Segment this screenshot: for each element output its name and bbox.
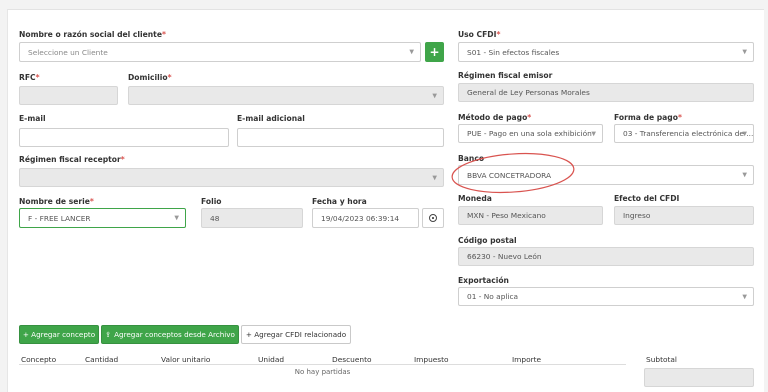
forma-pago-select[interactable]: 03 - Transferencia electrónica de ... ▼ [614,124,754,143]
email-adicional-field[interactable] [237,128,444,147]
domicilio-label: Domicilio* [128,73,172,82]
fecha-input[interactable]: 19/04/2023 06:39:14 [312,208,419,228]
add-client-button[interactable]: + [425,42,444,62]
metodo-pago-select[interactable]: PUE - Pago en una sola exhibición ▼ [458,124,603,143]
moneda-value: MXN - Peso Mexicano [467,211,546,220]
client-placeholder: Seleccione un Cliente [28,47,108,57]
forma-pago-label: Forma de pago* [614,113,682,122]
metodo-pago-label: Método de pago* [458,113,532,122]
chevron-down-icon: ▼ [591,130,596,137]
regimen-emisor-input[interactable]: General de Ley Personas Morales [458,83,754,102]
client-select[interactable]: Seleccione un Cliente ▼ [19,42,421,62]
col-valor-unitario: Valor unitario [161,355,211,364]
chevron-down-icon: ▼ [742,48,747,56]
domicilio-select[interactable]: ▼ [128,86,444,105]
serie-label: Nombre de serie* [19,197,94,206]
regimen-emisor-value: General de Ley Personas Morales [467,88,590,97]
regimen-emisor-label: Régimen fiscal emisor [458,71,553,80]
codigo-postal-input[interactable]: 66230 - Nuevo León [458,247,754,266]
regimen-receptor-label: Régimen fiscal receptor* [19,155,125,164]
col-importe: Importe [512,355,542,364]
serie-value: F - FREE LANCER [28,213,91,223]
col-unidad: Unidad [258,355,285,364]
efecto-label: Efecto del CFDI [614,194,680,203]
folio-label: Folio [201,197,222,206]
col-concepto: Concepto [21,355,57,364]
chevron-down-icon: ▼ [432,174,437,181]
serie-select[interactable]: F - FREE LANCER ▼ [19,208,186,228]
folio-input[interactable]: 48 [201,208,303,228]
upload-icon: ⇪ [105,330,112,339]
regimen-receptor-select[interactable]: ▼ [19,168,444,187]
banco-value: BBVA CONCETRADORA [467,170,552,180]
clock-button[interactable] [422,208,444,228]
add-from-file-button[interactable]: ⇪ Agregar conceptos desde Archivo [101,325,239,344]
chevron-down-icon: ▼ [409,48,414,56]
rfc-label: RFC* [19,73,40,82]
col-descuento: Descuento [332,355,372,364]
folio-value: 48 [210,213,220,223]
email-adicional-label: E-mail adicional [237,114,305,123]
email-label: E-mail [19,114,46,123]
clock-icon [429,214,437,222]
chevron-down-icon: ▼ [432,92,437,99]
client-label: Nombre o razón social del cliente* [19,30,166,39]
add-from-file-label: Agregar conceptos desde Archivo [114,330,235,339]
col-cantidad: Cantidad [85,355,119,364]
email-field[interactable] [19,128,229,147]
moneda-input[interactable]: MXN - Peso Mexicano [458,206,603,225]
uso-cfdi-select[interactable]: S01 - Sin efectos fiscales ▼ [458,42,754,62]
forma-pago-value: 03 - Transferencia electrónica de ... [623,129,754,138]
col-impuesto: Impuesto [414,355,449,364]
exportacion-label: Exportación [458,276,509,285]
banco-label: Banco [458,154,485,163]
chevron-down-icon: ▼ [174,214,179,222]
fecha-label: Fecha y hora [312,197,367,206]
chevron-down-icon: ▼ [742,293,747,300]
uso-cfdi-label: Uso CFDI* [458,30,501,39]
codigo-postal-label: Código postal [458,236,517,245]
moneda-label: Moneda [458,194,492,203]
subtotal-input [644,368,754,387]
chevron-down-icon: ▼ [742,130,747,137]
banco-select[interactable]: BBVA CONCETRADORA ▼ [458,165,754,185]
add-concept-button[interactable]: + Agregar concepto [19,325,99,344]
codigo-postal-value: 66230 - Nuevo León [467,252,542,261]
exportacion-select[interactable]: 01 - No aplica ▼ [458,287,754,306]
exportacion-value: 01 - No aplica [467,292,519,301]
efecto-input[interactable]: Ingreso [614,206,754,225]
table-header: Concepto Cantidad Valor unitario Unidad … [19,351,626,365]
rfc-input[interactable] [19,86,118,105]
uso-cfdi-value: S01 - Sin efectos fiscales [467,47,560,57]
chevron-down-icon: ▼ [742,171,747,179]
add-related-cfdi-button[interactable]: + Agregar CFDI relacionado [241,325,351,344]
empty-table-message: No hay partidas [294,368,351,376]
invoice-form: Nombre o razón social del cliente* Selec… [7,9,764,392]
efecto-value: Ingreso [623,211,651,220]
metodo-pago-value: PUE - Pago en una sola exhibición [467,129,592,138]
subtotal-label: Subtotal [646,355,677,364]
fecha-value: 19/04/2023 06:39:14 [321,213,400,223]
